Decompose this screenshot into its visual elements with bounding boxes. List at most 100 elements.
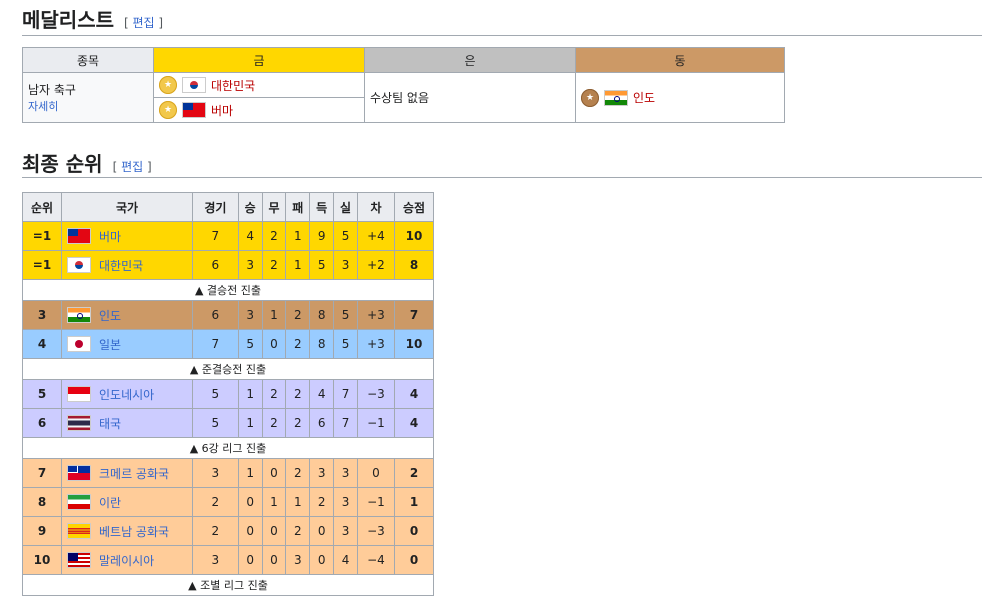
team-cell: 베트남 공화국 <box>61 516 193 546</box>
stat-cell-gf: 0 <box>309 545 335 575</box>
stat-cell-d: 2 <box>261 379 287 409</box>
event-cell: 남자 축구 자세히 <box>22 72 154 123</box>
silver-cell: 수상팀 없음 <box>364 72 576 123</box>
bronze-cell: ★ 인도 <box>575 72 785 123</box>
malaysia-flag-icon <box>67 552 91 568</box>
points-cell: 4 <box>394 408 434 438</box>
stat-cell-w: 0 <box>237 516 263 546</box>
team-link[interactable]: 베트남 공화국 <box>99 523 169 540</box>
stat-cell-gd: −3 <box>356 516 396 546</box>
points-cell: 7 <box>394 300 434 330</box>
team-cell: 버마 <box>61 221 193 251</box>
points-cell: 8 <box>394 250 434 280</box>
team-link[interactable]: 버마 <box>99 228 121 245</box>
stat-cell-d: 1 <box>261 300 287 330</box>
points-cell: 4 <box>394 379 434 409</box>
gold-team-link[interactable]: 대한민국 <box>211 77 255 94</box>
stat-cell-gd: +3 <box>356 329 396 359</box>
stat-cell-ga: 5 <box>333 329 358 359</box>
heading-divider <box>22 177 982 178</box>
stat-cell-ga: 5 <box>333 300 358 330</box>
gold-medal-icon: ★ <box>159 76 177 94</box>
stat-cell-l: 2 <box>285 408 311 438</box>
chakra-mark <box>77 313 83 319</box>
team-cell: 태국 <box>61 408 193 438</box>
position-cell: 7 <box>22 458 62 488</box>
taegeuk-mark <box>75 261 83 269</box>
stat-cell-l: 2 <box>285 379 311 409</box>
team-link[interactable]: 대한민국 <box>99 257 143 274</box>
standings-edit-link[interactable]: 편집 <box>121 160 143 174</box>
bronze-team-link[interactable]: 인도 <box>633 89 655 106</box>
medalists-edit-link-wrap: [ 편집 ] <box>124 16 164 30</box>
team-cell: 말레이시아 <box>61 545 193 575</box>
stat-cell-l: 2 <box>285 300 311 330</box>
medalists-edit-link[interactable]: 편집 <box>133 16 155 30</box>
team-link[interactable]: 말레이시아 <box>99 552 154 569</box>
stat-cell-l: 2 <box>285 329 311 359</box>
team-link[interactable]: 태국 <box>99 415 121 432</box>
position-cell: =1 <box>22 250 62 280</box>
stat-cell-ga: 7 <box>333 379 358 409</box>
stat-cell-p: 2 <box>192 487 239 517</box>
team-link[interactable]: 인도네시아 <box>99 386 154 403</box>
stat-cell-w: 1 <box>237 379 263 409</box>
position-cell: 10 <box>22 545 62 575</box>
india-flag-icon <box>604 89 628 106</box>
team-link[interactable]: 일본 <box>99 336 121 353</box>
col-points: 승점 <box>394 192 434 222</box>
team-link[interactable]: 이란 <box>99 494 121 511</box>
iran-flag-icon <box>67 494 91 510</box>
col-won: 승 <box>237 192 263 222</box>
position-cell: 9 <box>22 516 62 546</box>
korea-flag-icon <box>67 257 91 273</box>
team-cell: 대한민국 <box>61 250 193 280</box>
stat-cell-ga: 3 <box>333 250 358 280</box>
team-cell: 일본 <box>61 329 193 359</box>
team-cell: 인도 <box>61 300 193 330</box>
chakra-mark <box>614 95 620 102</box>
points-cell: 0 <box>394 516 434 546</box>
standings-title: 최종 순위 <box>22 152 103 176</box>
stat-cell-w: 3 <box>237 300 263 330</box>
stat-cell-ga: 3 <box>333 516 358 546</box>
canton-mark <box>68 229 78 236</box>
stat-cell-d: 2 <box>261 408 287 438</box>
team-link[interactable]: 크메르 공화국 <box>99 465 169 482</box>
standings-heading: 최종 순위 [ 편집 ] <box>22 152 152 176</box>
khmer-flag-icon <box>67 465 91 481</box>
gold-medal-icon: ★ <box>159 101 177 119</box>
medalists-heading: 메달리스트 [ 편집 ] <box>22 8 163 32</box>
standings-edit-link-wrap: [ 편집 ] <box>112 160 152 174</box>
stat-cell-gd: +3 <box>356 300 396 330</box>
stat-cell-gf: 5 <box>309 250 335 280</box>
stat-cell-ga: 5 <box>333 221 358 251</box>
standings-table: 순위 국가 경기 승 무 패 득 실 차 승점 =1 버마 7 4 2 1 9 5 +4 10 =1… <box>22 192 434 596</box>
heading-divider <box>22 35 982 36</box>
qualification-note-row: ▲ 준결승전 진출 <box>22 358 434 380</box>
table-row: 10 말레이시아 3 0 0 3 0 4 −4 0 <box>22 545 434 575</box>
canton-mark <box>183 103 193 110</box>
event-details-link[interactable]: 자세히 <box>28 100 58 113</box>
qualification-note: ▲ 준결승전 진출 <box>22 358 434 380</box>
stat-cell-gd: +4 <box>356 221 396 251</box>
taegeuk-mark <box>190 81 198 89</box>
team-link[interactable]: 인도 <box>99 307 121 324</box>
stat-cell-l: 1 <box>285 487 311 517</box>
team-cell: 이란 <box>61 487 193 517</box>
position-cell: =1 <box>22 221 62 251</box>
qualification-note-row: ▲ 결승전 진출 <box>22 279 434 301</box>
stat-cell-w: 3 <box>237 250 263 280</box>
stat-cell-ga: 3 <box>333 458 358 488</box>
stat-cell-l: 3 <box>285 545 311 575</box>
medalist-table: 종목 금 은 동 남자 축구 자세히 ★ 대한민국 ★ 버마 수상팀 없음 ★ <box>22 47 785 123</box>
stat-cell-p: 5 <box>192 408 239 438</box>
table-row: 6 태국 5 1 2 2 6 7 −1 4 <box>22 408 434 438</box>
stat-cell-ga: 4 <box>333 545 358 575</box>
team-cell: 인도네시아 <box>61 379 193 409</box>
stat-cell-l: 1 <box>285 221 311 251</box>
gold-team-link[interactable]: 버마 <box>211 102 233 119</box>
stat-cell-gf: 8 <box>309 300 335 330</box>
table-row: 9 베트남 공화국 2 0 0 2 0 3 −3 0 <box>22 516 434 546</box>
stat-cell-ga: 7 <box>333 408 358 438</box>
